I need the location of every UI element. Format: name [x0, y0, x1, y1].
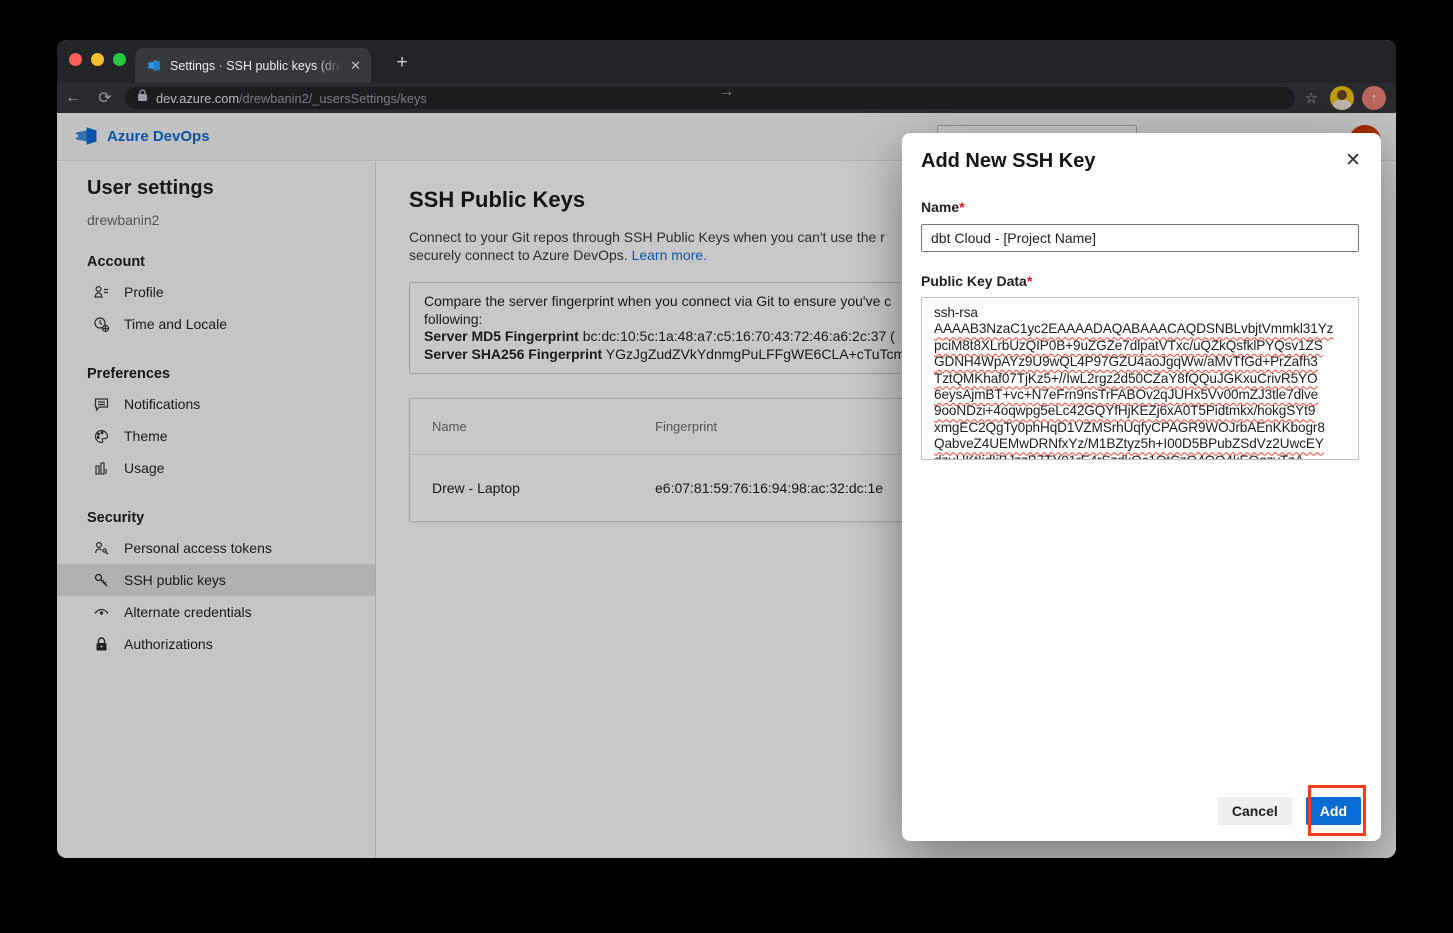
add-button[interactable]: Add [1306, 797, 1361, 825]
browser-tab[interactable]: Settings · SSH public keys (dre ✕ [135, 48, 371, 83]
key-line: pciM8t8XLrbUzQIP0B+9uZGZe7dlpatVTxc/uQZk… [934, 338, 1346, 354]
name-field-label: Name* [921, 199, 965, 215]
public-key-textarea[interactable]: ssh-rsa AAAAB3NzaC1yc2EAAAADAQABAAACAQDS… [921, 297, 1359, 460]
tab-title: Settings · SSH public keys (dre [170, 59, 342, 73]
tab-strip: Settings · SSH public keys (dre ✕ + [57, 40, 1396, 83]
key-line: xmgEC2QgTy0phHqD1VZMSrhUqfyCPAGR9WOJrbAE… [934, 420, 1346, 436]
key-line: QabveZ4UEMwDRNfxYz/M1BZtyz5h+I00D5BPubZS… [934, 436, 1346, 452]
required-asterisk: * [959, 199, 964, 215]
key-line: ssh-rsa [934, 305, 1346, 321]
key-line: 9ooNDzi+4oqwpg5eLc42GQYfHjKEZj6xA0T5Pidt… [934, 403, 1346, 419]
close-icon[interactable]: ✕ [1345, 149, 1361, 172]
new-tab-button[interactable]: + [389, 52, 415, 74]
key-line: AAAAB3NzaC1yc2EAAAADAQABAAACAQDSNBLvbjtV… [934, 321, 1346, 337]
window-minimize-button[interactable] [91, 53, 104, 66]
key-line: dzuHKtIjdIiBJzzB7TY01rE4rSzdkQc1QtCzO4OQ… [934, 453, 1346, 460]
dialog-title: Add New SSH Key [921, 150, 1095, 173]
name-input[interactable] [921, 224, 1359, 252]
key-line: 6eysAjmBT+vc+N7eFrn9nsTrFABOv2qJUHx5Vv00… [934, 387, 1346, 403]
browser-window: Settings · SSH public keys (dre ✕ + ← → … [57, 40, 1396, 858]
key-line: GDNH4WpAYz9U9wQL4P97GZU4aoJgqWw/aMvTfGd+… [934, 354, 1346, 370]
key-line: TztQMKhaf07TjKz5+//IwL2rgz2d50CZaY8fQQuJ… [934, 371, 1346, 387]
browser-toolbar: ← → ⟳ dev.azure.com/drewbanin2/_usersSet… [57, 83, 1396, 113]
window-close-button[interactable] [69, 53, 82, 66]
forward-icon[interactable]: → [57, 83, 1396, 113]
public-key-field-label: Public Key Data* [921, 273, 1032, 289]
window-zoom-button[interactable] [113, 53, 126, 66]
add-ssh-key-dialog: Add New SSH Key ✕ Name* Public Key Data*… [902, 133, 1381, 841]
tab-close-icon[interactable]: ✕ [350, 58, 361, 74]
required-asterisk: * [1027, 273, 1032, 289]
cancel-button[interactable]: Cancel [1218, 797, 1292, 825]
dialog-footer: Cancel Add [1218, 797, 1361, 825]
azure-devops-favicon [145, 57, 162, 74]
